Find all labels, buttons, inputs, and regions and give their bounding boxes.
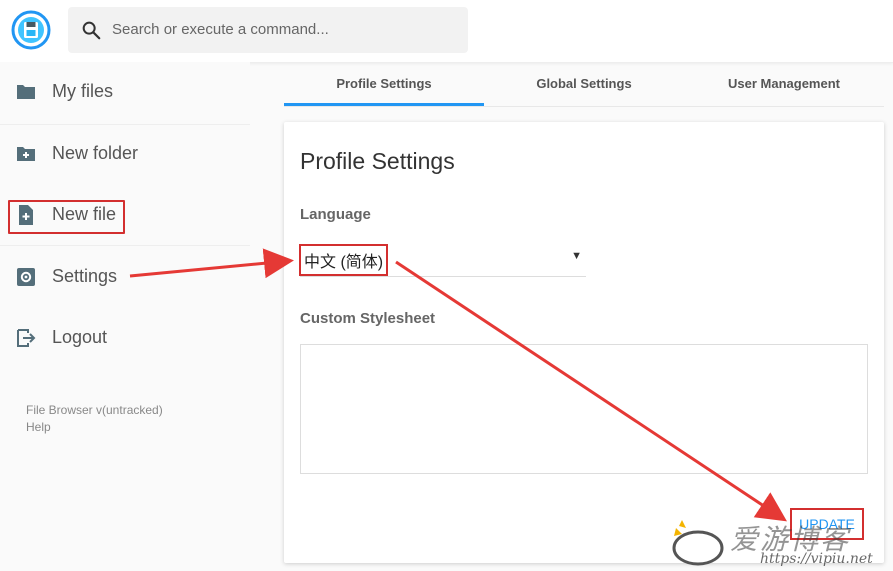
sidebar-item-my-files[interactable]: My files	[0, 62, 250, 122]
language-label: Language	[300, 206, 371, 223]
settings-tabs: Profile Settings Global Settings User Ma…	[284, 62, 884, 107]
sidebar-item-label: My files	[52, 81, 114, 101]
top-header: Search or execute a command...	[0, 0, 893, 63]
annotation-box-language	[299, 244, 388, 276]
page-title: Profile Settings	[300, 148, 455, 174]
help-link[interactable]: Help	[26, 420, 51, 434]
sidebar-item-logout[interactable]: Logout	[0, 308, 250, 368]
profile-settings-card: Profile Settings Language 中文 (简体) ▼ Cust…	[284, 122, 884, 563]
app-logo-icon[interactable]	[11, 10, 51, 50]
sidebar-item-label: Settings	[52, 266, 118, 286]
tab-user-management[interactable]: User Management	[684, 62, 884, 106]
search-icon	[80, 19, 102, 41]
search-input[interactable]: Search or execute a command...	[112, 21, 329, 38]
tab-global-settings[interactable]: Global Settings	[484, 62, 684, 106]
dropdown-arrow-icon: ▼	[571, 250, 582, 262]
folder-icon	[14, 80, 38, 104]
new-folder-icon	[14, 142, 38, 166]
watermark-url: https://vipiu.net	[760, 551, 873, 567]
sidebar-item-label: Logout	[52, 327, 108, 347]
search-bar[interactable]: Search or execute a command...	[68, 7, 468, 53]
logout-icon	[14, 326, 38, 350]
tab-profile-settings[interactable]: Profile Settings	[284, 62, 484, 106]
sidebar-item-settings[interactable]: Settings	[0, 247, 250, 307]
custom-stylesheet-textarea[interactable]	[300, 344, 868, 474]
gear-icon	[14, 265, 38, 289]
sidebar: My files New folder New file Settings Lo…	[0, 62, 250, 571]
annotation-box-settings	[8, 200, 125, 234]
divider	[0, 245, 250, 246]
version-text: File Browser v(untracked)	[26, 403, 163, 417]
sidebar-item-label: New folder	[52, 143, 139, 163]
sidebar-item-new-folder[interactable]: New folder	[0, 124, 250, 184]
stylesheet-label: Custom Stylesheet	[300, 310, 436, 327]
